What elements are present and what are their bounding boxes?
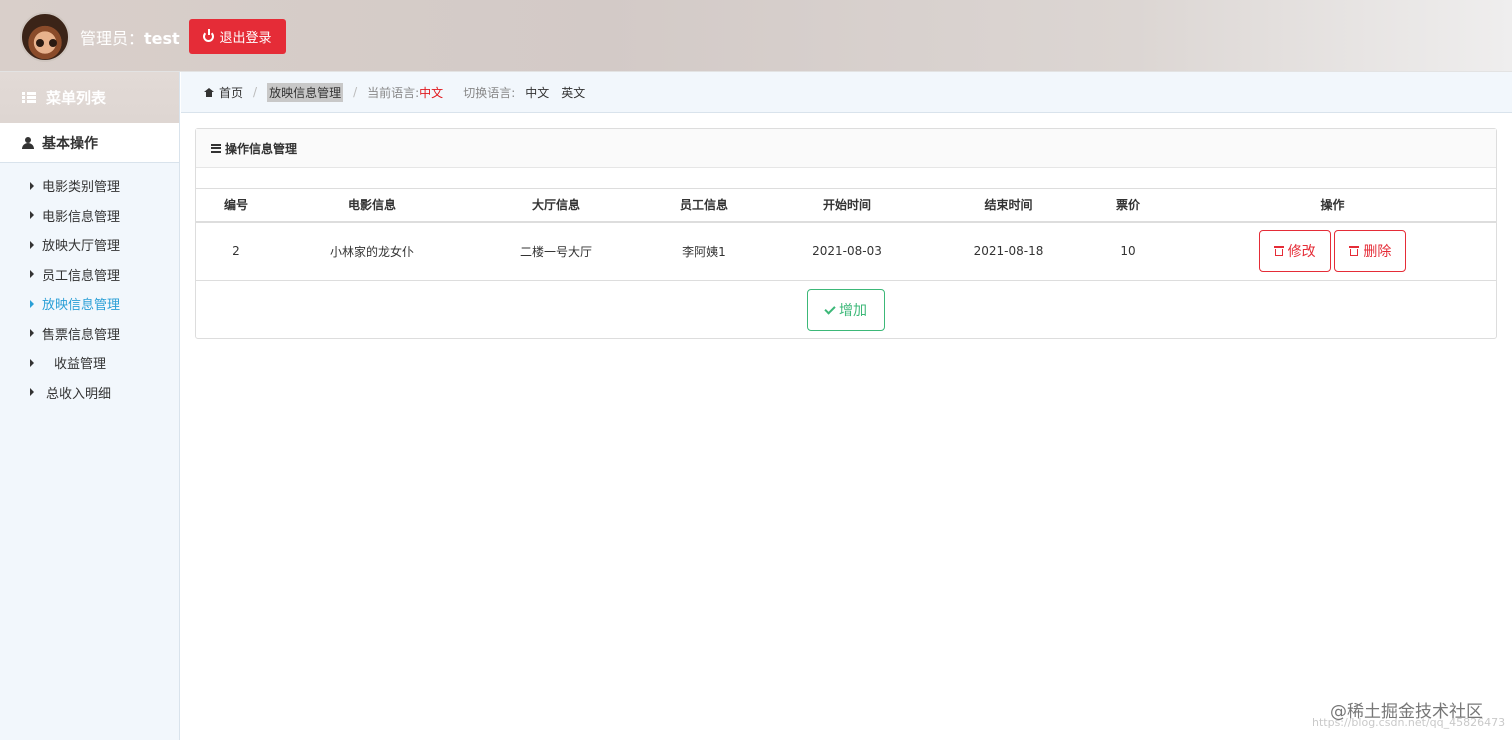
- caret-right-icon: [30, 329, 34, 338]
- sidebar-item-revenue[interactable]: 收益管理: [0, 348, 179, 378]
- delete-label: 删除: [1363, 244, 1392, 261]
- caret-right-icon: [30, 358, 34, 367]
- current-language-value: 中文: [419, 85, 444, 100]
- switch-language-label: 切换语言:: [463, 85, 516, 100]
- column-header: 开始时间: [764, 188, 930, 223]
- column-header: 大厅信息: [468, 188, 644, 223]
- column-header: 员工信息: [644, 188, 764, 223]
- delete-button[interactable]: 删除: [1334, 230, 1407, 273]
- language-en-link[interactable]: 英文: [561, 84, 585, 101]
- column-header: 操作: [1169, 188, 1496, 223]
- breadcrumb: 首页 / 放映信息管理 / 当前语言: 中文 切换语言: 中文 英文: [181, 72, 1512, 113]
- panel-title: 操作信息管理: [225, 141, 298, 156]
- column-header: 电影信息: [276, 188, 468, 223]
- admin-name: test: [144, 29, 180, 48]
- table-row: 2 小林家的龙女仆 二楼一号大厅 李阿姨1 2021-08-03 2021-08…: [196, 221, 1496, 281]
- table-header-row: 编号 电影信息 大厅信息 员工信息 开始时间 结束时间 票价 操作: [196, 188, 1496, 223]
- breadcrumb-current: 放映信息管理: [267, 82, 344, 102]
- cell-start-time: 2021-08-03: [764, 221, 930, 281]
- column-header: 票价: [1087, 188, 1169, 223]
- cell-hall: 二楼一号大厅: [468, 221, 644, 281]
- caret-right-icon: [30, 270, 34, 279]
- admin-label: 管理员：test: [80, 25, 180, 49]
- sidebar-item-staff[interactable]: 员工信息管理: [0, 260, 179, 290]
- edit-button[interactable]: 修改: [1258, 230, 1331, 273]
- caret-right-icon: [30, 299, 34, 308]
- logout-label: 退出登录: [219, 31, 272, 46]
- home-icon: [204, 87, 214, 97]
- sidebar-item-movie-info[interactable]: 电影信息管理: [0, 201, 179, 231]
- add-button[interactable]: 增加: [807, 289, 885, 331]
- add-label: 增加: [839, 303, 867, 319]
- cell-movie: 小林家的龙女仆: [276, 221, 468, 281]
- trash-icon: [1273, 245, 1284, 257]
- bars-icon: [211, 143, 221, 153]
- screening-panel: 操作信息管理 编号 电影信息 大厅信息 员工信息 开始时间 结束时间 票价 操作…: [195, 128, 1497, 339]
- edit-label: 修改: [1287, 244, 1316, 261]
- caret-right-icon: [30, 211, 34, 220]
- cell-id: 2: [196, 221, 276, 281]
- user-icon: [22, 136, 34, 149]
- breadcrumb-home[interactable]: 首页: [219, 84, 243, 101]
- cell-end-time: 2021-08-18: [930, 221, 1087, 281]
- column-header: 编号: [196, 188, 276, 223]
- caret-right-icon: [30, 240, 34, 249]
- language-zh-link[interactable]: 中文: [525, 84, 549, 101]
- breadcrumb-separator: /: [253, 85, 258, 99]
- sidebar-item-ticket[interactable]: 售票信息管理: [0, 319, 179, 349]
- check-icon: [824, 302, 836, 315]
- section-title: 基本操作: [42, 135, 98, 152]
- basic-operations-header[interactable]: 基本操作: [0, 123, 179, 163]
- menu-list-title: 菜单列表: [46, 89, 107, 107]
- cell-price: 10: [1087, 221, 1169, 281]
- column-header: 结束时间: [930, 188, 1087, 223]
- sidebar-item-movie-category[interactable]: 电影类别管理: [0, 171, 179, 201]
- caret-right-icon: [30, 388, 34, 397]
- admin-prefix: 管理员：: [80, 29, 145, 48]
- watermark-url: https://blog.csdn.net/qq_45826473: [1312, 716, 1506, 729]
- screening-table: 编号 电影信息 大厅信息 员工信息 开始时间 结束时间 票价 操作 2 小林家的…: [196, 188, 1496, 281]
- panel-header: 操作信息管理: [196, 129, 1496, 168]
- caret-right-icon: [30, 181, 34, 190]
- current-language-label: 当前语言:: [367, 85, 420, 100]
- sidebar-item-income-detail[interactable]: 总收入明细: [0, 378, 179, 408]
- add-row: 增加: [196, 281, 1496, 339]
- breadcrumb-separator: /: [353, 85, 358, 99]
- cell-staff: 李阿姨1: [644, 221, 764, 281]
- menu-list-header: 菜单列表: [0, 72, 179, 123]
- sidebar-item-screening[interactable]: 放映信息管理: [0, 289, 179, 319]
- logout-button[interactable]: 退出登录: [189, 19, 286, 54]
- sidebar-item-hall[interactable]: 放映大厅管理: [0, 230, 179, 260]
- power-icon: [203, 29, 215, 42]
- list-icon: [22, 92, 36, 103]
- sidebar: 菜单列表 基本操作 电影类别管理 电影信息管理 放映大厅管理 员工信息管理 放映…: [0, 72, 180, 740]
- top-header: 管理员：test 退出登录: [0, 0, 1512, 72]
- admin-avatar: [20, 12, 70, 62]
- sidebar-nav: 电影类别管理 电影信息管理 放映大厅管理 员工信息管理 放映信息管理 售票信息管…: [0, 163, 179, 407]
- trash-icon: [1349, 245, 1360, 257]
- cell-actions: 修改 删除: [1169, 221, 1496, 281]
